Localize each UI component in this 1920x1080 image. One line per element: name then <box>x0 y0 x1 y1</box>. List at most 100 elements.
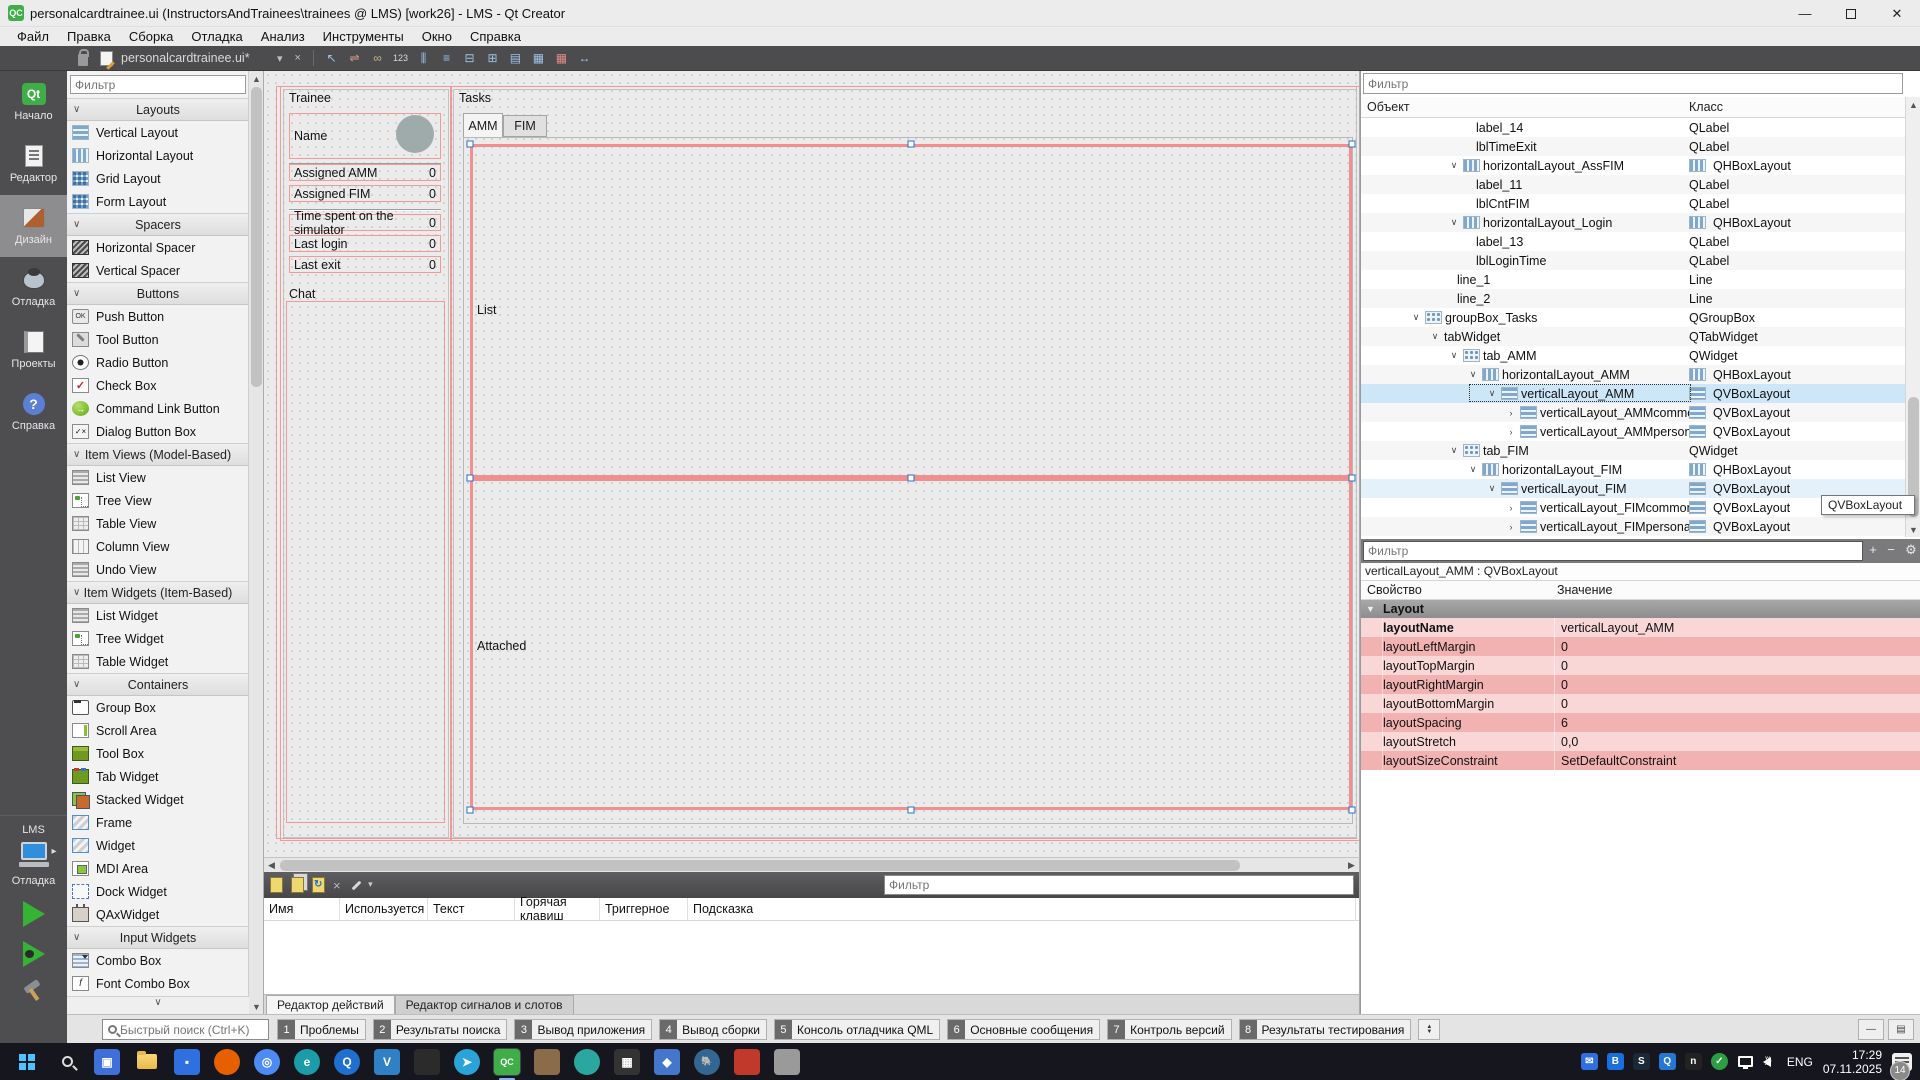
bottom-tab-1[interactable]: Редактор действий <box>266 995 395 1014</box>
panel-updown-button[interactable]: ▲▼ <box>1418 1019 1440 1040</box>
widget-item-list-widget[interactable]: List Widget <box>67 604 249 627</box>
scroll-left-icon[interactable]: ◀ <box>264 858 279 873</box>
nvidia-tray-icon[interactable]: n <box>1685 1053 1702 1070</box>
field-assigned-amm[interactable]: Assigned AMM0 <box>289 164 441 181</box>
brown-app[interactable] <box>534 1049 560 1075</box>
edit-widgets-tool[interactable]: ↖ <box>321 49 342 68</box>
tree-row-lblTimeExit[interactable]: lblTimeExitQLabel <box>1361 137 1906 156</box>
widget-box-section-input-widgets[interactable]: ∨Input Widgets <box>67 926 249 949</box>
field-assigned-fim[interactable]: Assigned FIM0 <box>289 185 441 202</box>
show-sidebar-icon[interactable]: ▤ <box>1888 1019 1914 1040</box>
property-row-layoutBottomMargin[interactable]: layoutBottomMargin0 <box>1361 694 1920 713</box>
property-value[interactable]: verticalLayout_AMM <box>1555 618 1920 637</box>
tree-row-label_13[interactable]: label_13QLabel <box>1361 232 1906 251</box>
chevron-down-icon[interactable]: ∨ <box>1464 464 1482 475</box>
menu-item-7[interactable]: Окно <box>413 27 461 46</box>
field-last-exit[interactable]: Last exit0 <box>289 256 441 273</box>
chevron-right-icon[interactable]: › <box>1502 503 1520 513</box>
quick-search-input[interactable] <box>120 1023 268 1037</box>
widget-item-check-box[interactable]: ✓Check Box <box>67 374 249 397</box>
output-panel-2[interactable]: 2Результаты поиска <box>373 1019 508 1040</box>
widget-item-group-box[interactable]: Group Box <box>67 696 249 719</box>
layout-splitter-vertical-tool[interactable]: ⊞ <box>482 49 503 68</box>
scroll-right-icon[interactable]: ▶ <box>1344 858 1359 873</box>
property-value[interactable]: 0 <box>1555 656 1920 675</box>
object-tree-scrollbar[interactable]: ▲ ▼ <box>1905 97 1920 537</box>
widget-item-command-link-button[interactable]: →Command Link Button <box>67 397 249 420</box>
menu-item-8[interactable]: Справка <box>461 27 530 46</box>
selection-handle[interactable] <box>1349 475 1356 482</box>
widget-item-horizontal-layout[interactable]: Horizontal Layout <box>67 144 249 167</box>
widget-item-mdi-area[interactable]: MDI Area <box>67 857 249 880</box>
close-document-icon[interactable]: × <box>289 52 307 64</box>
widget-item-table-widget[interactable]: Table Widget <box>67 650 249 673</box>
property-row-layoutTopMargin[interactable]: layoutTopMargin0 <box>1361 656 1920 675</box>
widget-item-undo-view[interactable]: Undo View <box>67 558 249 581</box>
red-app[interactable] <box>734 1049 760 1075</box>
scrollbar-thumb[interactable] <box>251 87 262 387</box>
property-value[interactable]: 0 <box>1555 637 1920 656</box>
cpu-app[interactable]: ▦ <box>614 1049 640 1075</box>
widget-box-section-item-views-model-based-[interactable]: ∨Item Views (Model-Based) <box>67 443 249 466</box>
tree-row-verticalLayout_AMMcommon[interactable]: ›verticalLayout_AMMcommonQVBoxLayout <box>1361 403 1906 422</box>
list-layout-selected[interactable] <box>470 144 1352 478</box>
notification-center-icon[interactable]: 14 <box>1892 1053 1912 1071</box>
copy-action-icon[interactable] <box>291 877 304 893</box>
gray-app[interactable] <box>774 1049 800 1075</box>
action-column-3[interactable]: Текст <box>428 898 515 920</box>
mode-отладка[interactable]: Отладка <box>0 257 67 319</box>
run-button[interactable] <box>23 901 45 927</box>
tree-row-label_11[interactable]: label_11QLabel <box>1361 175 1906 194</box>
output-panel-6[interactable]: 6Основные сообщения <box>947 1019 1100 1040</box>
bottom-tab-2[interactable]: Редактор сигналов и слотов <box>395 995 574 1014</box>
property-filter-input[interactable] <box>1363 541 1863 561</box>
volume-tray-icon[interactable] <box>1763 1057 1771 1067</box>
start-button[interactable] <box>14 1049 40 1075</box>
adjust-size-tool[interactable]: ↔ <box>574 49 595 68</box>
clock[interactable]: 17:29 07.11.2025 <box>1823 1048 1882 1076</box>
layout-form-tool[interactable]: ▤ <box>505 49 526 68</box>
build-button[interactable] <box>22 979 46 1003</box>
selection-handle[interactable] <box>467 141 474 148</box>
widget-item-tool-box[interactable]: Tool Box <box>67 742 249 765</box>
tree-row-line_2[interactable]: line_2Line <box>1361 289 1906 308</box>
chevron-down-icon[interactable]: ∨ <box>1464 369 1482 380</box>
tree-row-horizontalLayout_FIM[interactable]: ∨horizontalLayout_FIMQHBoxLayout <box>1361 460 1906 479</box>
qt-creator-app[interactable]: QC <box>494 1049 520 1075</box>
property-row-layoutSizeConstraint[interactable]: layoutSizeConstraintSetDefaultConstraint <box>1361 751 1920 770</box>
code-app[interactable]: V <box>374 1049 400 1075</box>
selection-handle[interactable] <box>908 807 915 814</box>
object-inspector-filter-input[interactable] <box>1363 73 1903 94</box>
widget-item-frame[interactable]: Frame <box>67 811 249 834</box>
tab-fim[interactable]: FIM <box>503 115 547 137</box>
debug-run-button[interactable] <box>23 941 45 967</box>
output-panel-5[interactable]: 5Консоль отладчика QML <box>774 1019 940 1040</box>
output-panel-8[interactable]: 8Результаты тестирования <box>1239 1019 1412 1040</box>
tree-row-groupBox_Tasks[interactable]: ∨groupBox_TasksQGroupBox <box>1361 308 1906 327</box>
menu-item-6[interactable]: Инструменты <box>314 27 413 46</box>
widget-item-table-view[interactable]: Table View <box>67 512 249 535</box>
property-row-layoutLeftMargin[interactable]: layoutLeftMargin0 <box>1361 637 1920 656</box>
tree-row-verticalLayout_AMMpersonal[interactable]: ›verticalLayout_AMMpersonalQVBoxLayout <box>1361 422 1906 441</box>
blue-cube-app[interactable]: ◆ <box>654 1049 680 1075</box>
network-tray-icon[interactable] <box>1738 1056 1753 1067</box>
configure-actions-icon[interactable] <box>349 878 365 892</box>
widget-box-scroll-down-strip[interactable]: ∨ <box>67 996 249 1014</box>
mode-дизайн[interactable]: Дизайн <box>0 195 67 257</box>
task-view-app[interactable]: ▣ <box>94 1049 120 1075</box>
steam-tray-icon[interactable]: S <box>1633 1053 1650 1070</box>
widget-item-radio-button[interactable]: Radio Button <box>67 351 249 374</box>
tree-row-horizontalLayout_AMM[interactable]: ∨horizontalLayout_AMMQHBoxLayout <box>1361 365 1906 384</box>
property-value[interactable]: 0 <box>1555 675 1920 694</box>
field-time-spent-on-the-simulator[interactable]: Time spent on the simulator0 <box>289 214 441 231</box>
property-row-layoutRightMargin[interactable]: layoutRightMargin0 <box>1361 675 1920 694</box>
search-button[interactable] <box>54 1049 80 1075</box>
widget-item-tree-view[interactable]: Tree View <box>67 489 249 512</box>
action-column-4[interactable]: Горячая клавиш <box>515 898 600 920</box>
teal-app[interactable] <box>574 1049 600 1075</box>
widget-item-dock-widget[interactable]: Dock Widget <box>67 880 249 903</box>
firefox-app[interactable] <box>214 1049 240 1075</box>
action-editor-table[interactable]: ИмяИспользуетсяТекстГорячая клавишТригге… <box>264 898 1360 994</box>
field-last-login[interactable]: Last login0 <box>289 235 441 252</box>
widget-box-section-spacers[interactable]: ∨Spacers <box>67 213 249 236</box>
